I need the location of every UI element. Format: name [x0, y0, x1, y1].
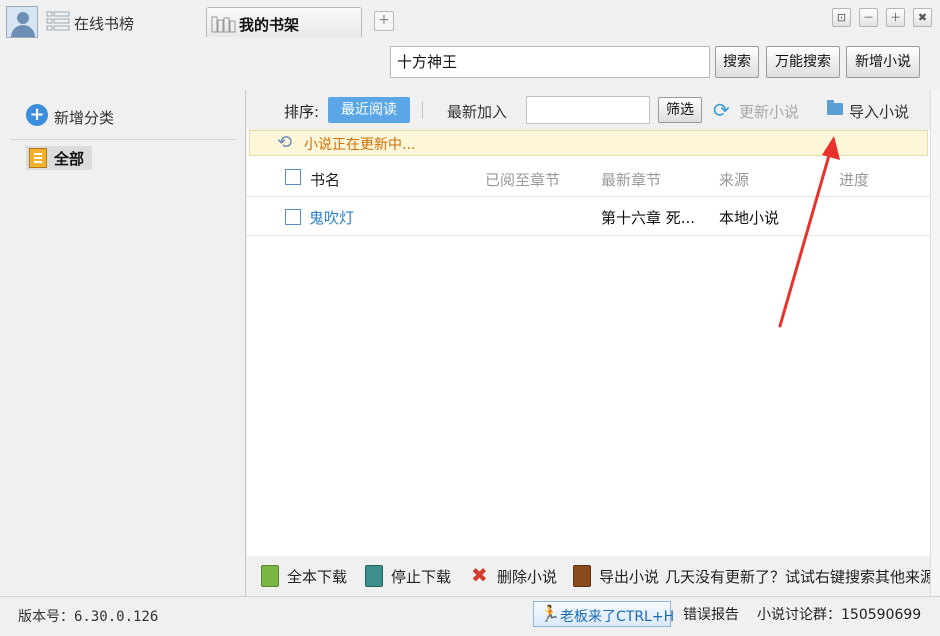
filter-button[interactable]: 筛选	[658, 97, 702, 123]
sync-icon: ⟲	[277, 132, 293, 153]
stop-download-button[interactable]: 停止下载	[363, 565, 463, 587]
list-icon[interactable]	[46, 10, 70, 32]
download-all-button[interactable]: 全本下载	[259, 565, 359, 587]
table-header: 书名 已阅至章节 最新章节 来源 进度	[247, 157, 930, 197]
plus-circle-icon: +	[26, 104, 48, 126]
toolbar-divider	[422, 101, 423, 119]
boss-key-button[interactable]: 🏃 老板来了CTRL+H	[533, 601, 675, 627]
source-cell: 本地小说	[719, 209, 780, 227]
restore-icon[interactable]: ⊡	[832, 8, 851, 27]
boss-key-label: 老板来了CTRL+H	[560, 609, 675, 625]
export-book-icon	[573, 565, 591, 587]
error-report-link[interactable]: 错误报告	[683, 604, 739, 624]
refresh-icon: ⟳	[713, 98, 730, 122]
user-avatar[interactable]	[6, 6, 38, 38]
column-header-title[interactable]: 书名	[310, 169, 340, 190]
search-button[interactable]: 搜索	[715, 46, 759, 78]
add-novel-button[interactable]: 新增小说	[846, 46, 920, 78]
update-novel-label: 更新小说	[739, 103, 800, 121]
book-icon	[29, 148, 47, 168]
column-header-read-to[interactable]: 已阅至章节	[485, 169, 560, 190]
universal-search-button[interactable]: 万能搜索	[766, 46, 840, 78]
action-bar: 全本下载 停止下载 ✖ 删除小说 导出小说 几天没有更新了？试试右键搜索其他来源	[247, 556, 930, 596]
update-notice: ⟲ 小说正在更新中...	[249, 130, 928, 156]
delete-x-icon: ✖	[471, 563, 488, 587]
stop-icon	[365, 565, 383, 587]
update-hint-text: 几天没有更新了？试试右键搜索其他来源	[665, 568, 930, 586]
stop-download-label: 停止下载	[391, 568, 452, 586]
column-header-source[interactable]: 来源	[719, 169, 749, 190]
folder-icon	[827, 100, 843, 115]
search-row: 十方神王 搜索 万能搜索 新增小说	[0, 46, 940, 90]
select-all-checkbox[interactable]	[285, 169, 301, 185]
title-bar: 在线书榜 我的书架 + ⊡ － ＋ ✖	[0, 0, 940, 46]
sort-newest-button[interactable]: 最新加入	[447, 101, 507, 122]
vertical-scrollbar[interactable]	[930, 90, 940, 596]
add-category-label: 新增分类	[54, 109, 115, 127]
discussion-group-label: 小说讨论群：150590699	[757, 607, 922, 623]
category-item-all[interactable]: 全部	[26, 146, 92, 170]
status-bar: 版本号：6.30.0.126 🏃 老板来了CTRL+H 错误报告 小说讨论群：1…	[0, 596, 940, 636]
online-rank-tab[interactable]: 在线书榜	[74, 13, 134, 34]
version-label: 版本号：6.30.0.126	[18, 609, 159, 625]
column-header-latest[interactable]: 最新章节	[601, 169, 661, 190]
category-sidebar: + 新增分类 全部	[0, 90, 246, 596]
search-input[interactable]: 十方神王	[390, 46, 710, 78]
column-header-progress[interactable]: 进度	[839, 169, 869, 190]
import-novel-label: 导入小说	[849, 103, 910, 121]
category-label: 全部	[54, 150, 85, 168]
minimize-button[interactable]: －	[859, 8, 878, 27]
update-notice-text: 小说正在更新中...	[304, 137, 416, 153]
download-icon	[261, 565, 279, 587]
maximize-button[interactable]: ＋	[886, 8, 905, 27]
bookshelf-icon	[211, 16, 236, 33]
add-tab-button[interactable]: +	[374, 11, 394, 31]
export-novel-button[interactable]: 导出小说	[571, 565, 671, 587]
book-title-link[interactable]: 鬼吹灯	[309, 207, 354, 228]
delete-novel-label: 删除小说	[497, 568, 558, 586]
sidebar-divider	[10, 139, 236, 140]
bookshelf-panel: 排序: 最近阅读 最新加入 筛选 ⟳ 更新小说 导入小说 ⟲ 小说正在更新中..…	[247, 90, 930, 596]
sort-recent-button[interactable]: 最近阅读	[328, 97, 410, 123]
row-checkbox[interactable]	[285, 209, 301, 225]
export-novel-label: 导出小说	[599, 568, 660, 586]
download-all-label: 全本下载	[287, 568, 348, 586]
running-man-icon: 🏃	[540, 604, 560, 623]
close-button[interactable]: ✖	[913, 8, 932, 27]
tab-my-bookshelf-label: 我的书架	[239, 16, 300, 34]
delete-novel-button[interactable]: ✖ 删除小说	[469, 565, 569, 587]
latest-chapter-cell: 第十六章 死...	[601, 209, 696, 227]
sort-toolbar: 排序: 最近阅读 最新加入 筛选 ⟳ 更新小说 导入小说	[247, 90, 930, 130]
table-row[interactable]: 鬼吹灯 第十六章 死... 本地小说	[247, 198, 930, 236]
tab-my-bookshelf[interactable]: 我的书架	[206, 7, 362, 37]
filter-input[interactable]	[526, 96, 650, 124]
sort-label: 排序:	[284, 103, 320, 121]
